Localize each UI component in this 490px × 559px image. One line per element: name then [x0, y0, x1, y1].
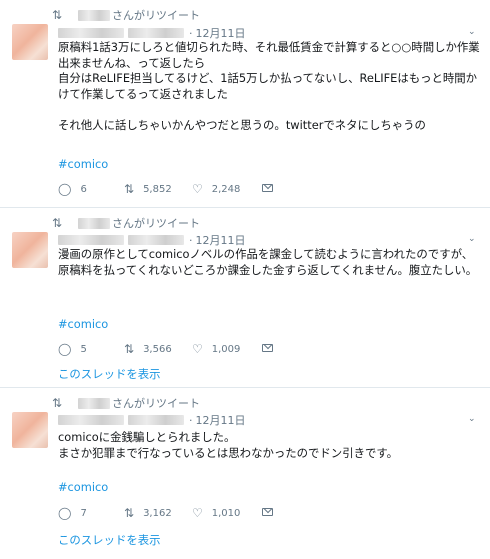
- reply-icon: ◯: [58, 342, 72, 356]
- author-handle[interactable]: [128, 235, 184, 245]
- tweet[interactable]: ⇅ さんがリツイート · 12月11日 ⌄ 漫画の原作としてcomicoノベルの…: [0, 207, 490, 388]
- author-handle[interactable]: [128, 28, 184, 38]
- retweet-icon: ⇅: [124, 342, 135, 356]
- retweeter-name[interactable]: [78, 217, 110, 229]
- retweet-count: 5,852: [143, 183, 172, 195]
- reply-count: 7: [80, 507, 87, 519]
- retweet-icon: ⇅: [52, 8, 63, 22]
- reply-count: 6: [80, 183, 87, 195]
- retweet-button[interactable]: ⇅ 3,162: [124, 506, 172, 520]
- like-button[interactable]: ♡ 2,248: [192, 182, 240, 196]
- retweet-icon: ⇅: [52, 216, 63, 230]
- tweet-text: comicoに金銭騙しとられました。 まさか犯罪まで行なっているとは思わなかった…: [58, 430, 399, 460]
- retweet-context: ⇅ さんがリツイート: [52, 7, 200, 23]
- reply-icon: ◯: [58, 182, 72, 196]
- avatar[interactable]: [12, 232, 48, 268]
- tweet-text: 原稿料1話3万にしろと値切られた時、それ最低賃金で計算すると○○時間しか作業出来…: [58, 40, 480, 132]
- heart-icon: ♡: [192, 342, 203, 356]
- tweet[interactable]: ⇅ さんがリツイート · 12月11日 ⌄ comicoに金銭騙しとられました。…: [0, 387, 490, 559]
- retweet-button[interactable]: ⇅ 3,566: [124, 342, 172, 356]
- tweet-header: · 12月11日: [58, 233, 246, 247]
- reply-button[interactable]: ◯ 7: [58, 506, 87, 520]
- like-count: 1,010: [211, 507, 241, 519]
- retweet-icon: ⇅: [124, 182, 135, 196]
- like-count: 1,009: [211, 343, 241, 355]
- tweet-header: · 12月11日: [58, 413, 246, 427]
- retweet-context: ⇅ さんがリツイート: [52, 215, 200, 231]
- retweet-count: 3,162: [143, 507, 172, 519]
- retweet-label: さんがリツイート: [112, 217, 200, 230]
- retweet-count: 3,566: [143, 343, 172, 355]
- envelope-icon[interactable]: [262, 184, 273, 192]
- heart-icon: ♡: [192, 506, 203, 520]
- retweet-label: さんがリツイート: [112, 397, 200, 410]
- reply-button[interactable]: ◯ 6: [58, 182, 87, 196]
- show-thread-link[interactable]: このスレッドを表示: [58, 532, 161, 548]
- retweet-button[interactable]: ⇅ 5,852: [124, 182, 172, 196]
- author-name[interactable]: [58, 415, 124, 425]
- retweet-icon: ⇅: [124, 506, 135, 520]
- retweeter-name[interactable]: [78, 9, 110, 21]
- chevron-down-icon[interactable]: ⌄: [468, 235, 476, 244]
- chevron-down-icon[interactable]: ⌄: [468, 415, 476, 424]
- retweet-label: さんがリツイート: [112, 9, 200, 22]
- envelope-icon[interactable]: [262, 508, 273, 516]
- hashtag-link[interactable]: #comico: [58, 480, 108, 494]
- like-button[interactable]: ♡ 1,010: [192, 506, 240, 520]
- author-name[interactable]: [58, 235, 124, 245]
- show-thread-link[interactable]: このスレッドを表示: [58, 366, 161, 382]
- avatar[interactable]: [12, 24, 48, 60]
- author-handle[interactable]: [128, 415, 184, 425]
- like-count: 2,248: [211, 183, 241, 195]
- avatar[interactable]: [12, 412, 48, 448]
- retweeter-name[interactable]: [78, 397, 110, 409]
- envelope-icon[interactable]: [262, 344, 273, 352]
- tweet-date[interactable]: 12月11日: [196, 412, 246, 428]
- tweet-date[interactable]: 12月11日: [196, 232, 246, 248]
- tweet-text: 漫画の原作としてcomicoノベルの作品を課金して読むように言われたのですが、原…: [58, 247, 478, 277]
- author-name[interactable]: [58, 28, 124, 38]
- reply-button[interactable]: ◯ 5: [58, 342, 87, 356]
- retweet-context: ⇅ さんがリツイート: [52, 395, 200, 411]
- tweet-header: · 12月11日: [58, 26, 246, 40]
- tweet-date[interactable]: 12月11日: [196, 25, 246, 41]
- hashtag-link[interactable]: #comico: [58, 317, 108, 331]
- retweet-icon: ⇅: [52, 396, 63, 410]
- heart-icon: ♡: [192, 182, 203, 196]
- reply-icon: ◯: [58, 506, 72, 520]
- hashtag-link[interactable]: #comico: [58, 157, 108, 171]
- like-button[interactable]: ♡ 1,009: [192, 342, 240, 356]
- chevron-down-icon[interactable]: ⌄: [468, 28, 476, 37]
- tweet[interactable]: ⇅ さんがリツイート · 12月11日 ⌄ 原稿料1話3万にしろと値切られた時、…: [0, 0, 490, 207]
- reply-count: 5: [80, 343, 87, 355]
